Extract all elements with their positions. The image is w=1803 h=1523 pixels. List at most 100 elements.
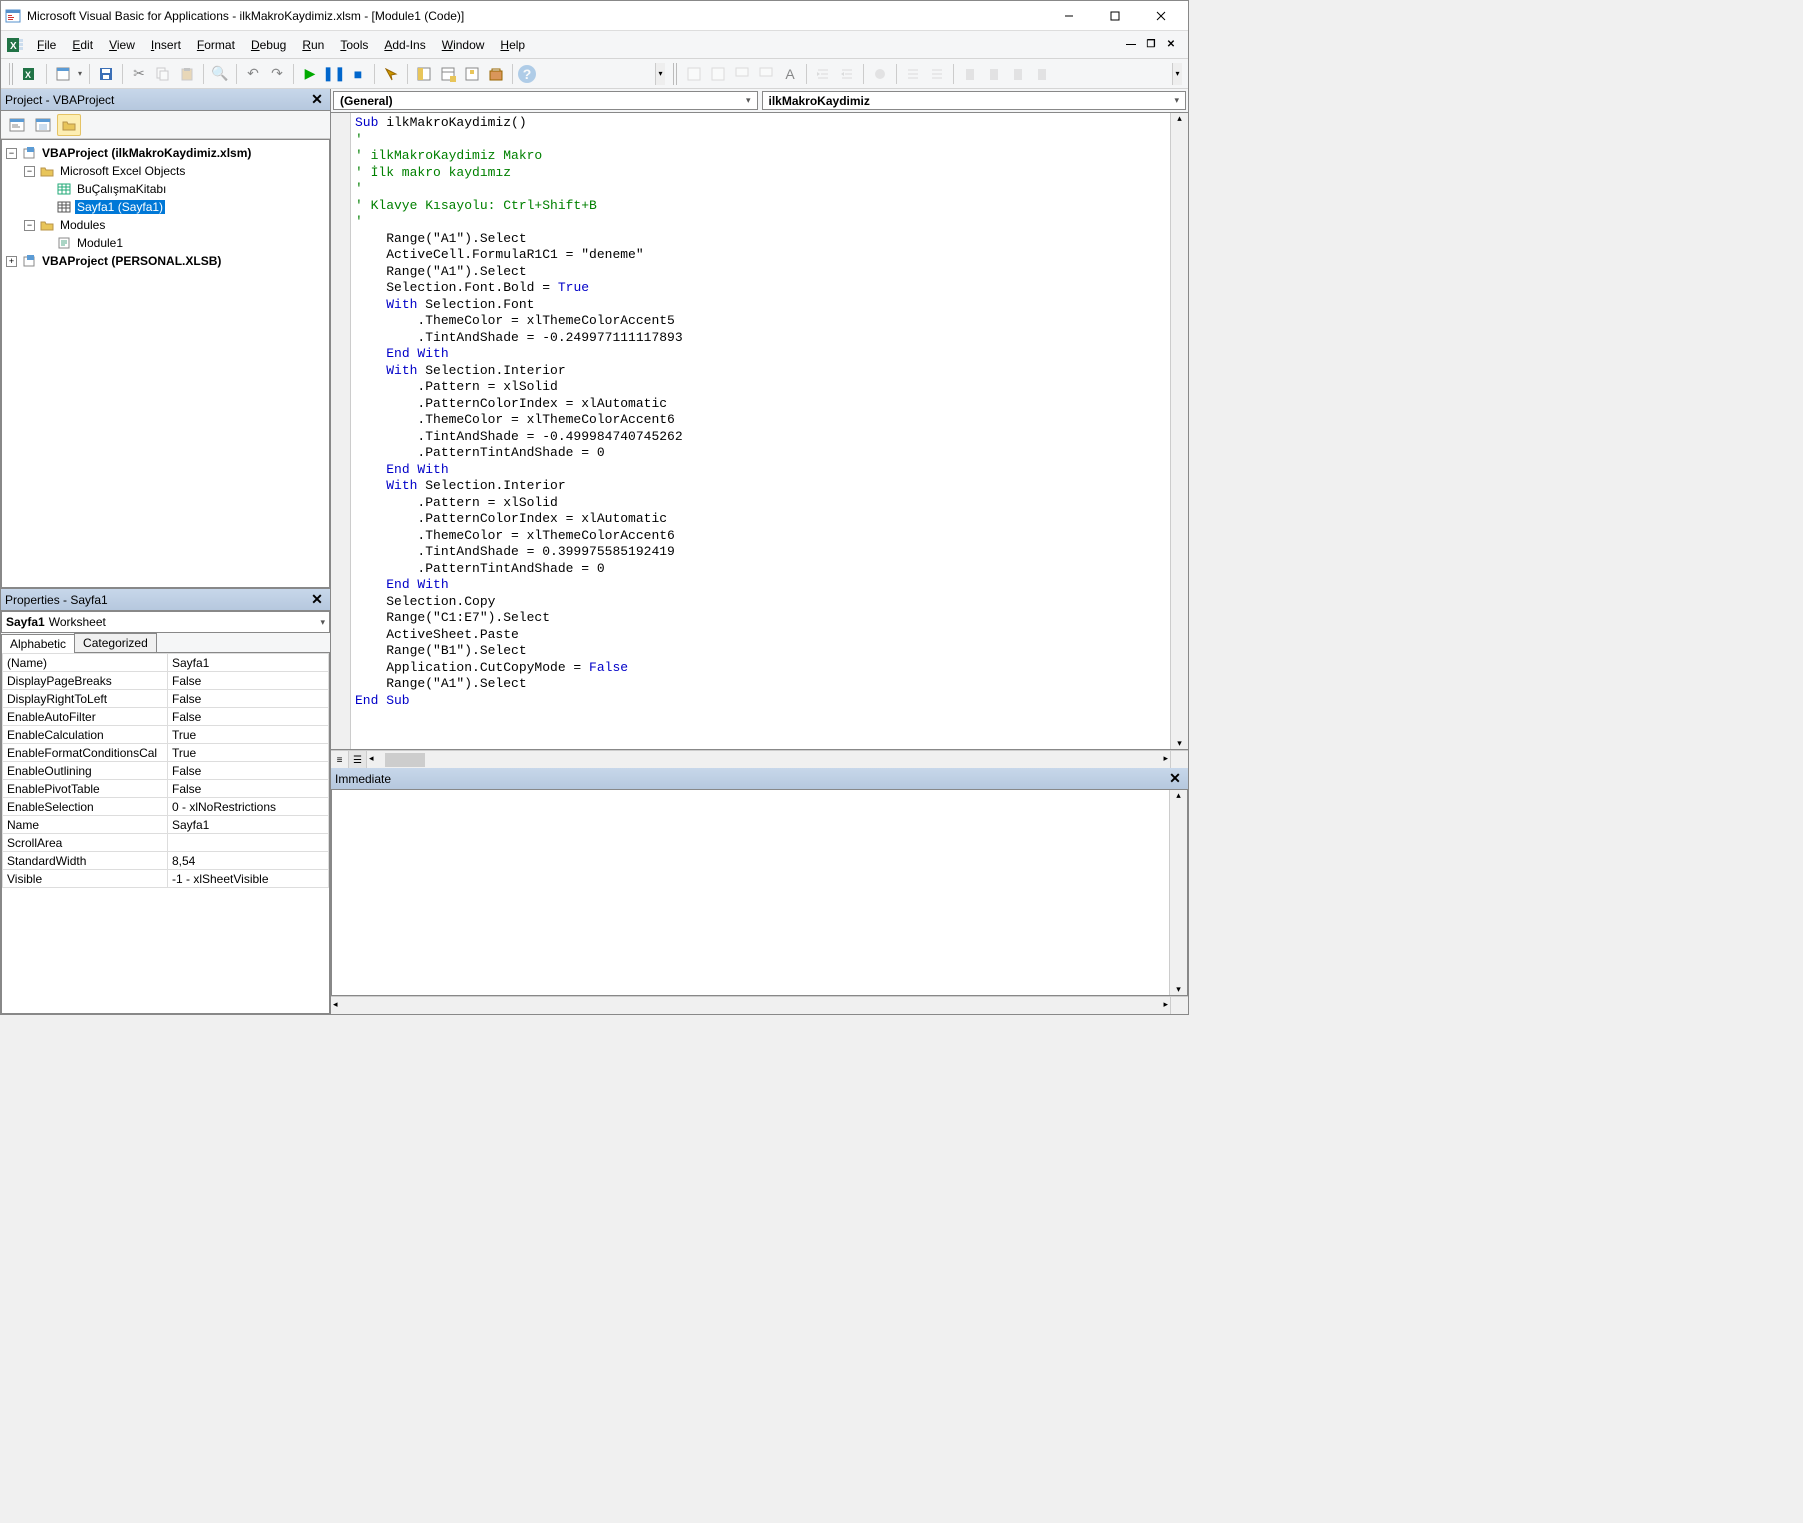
procedure-view-button[interactable]: ≡: [331, 751, 349, 769]
outdent-button: [836, 63, 858, 85]
code-text[interactable]: Sub ilkMakroKaydimiz() ' ' ilkMakroKaydi…: [351, 113, 1170, 749]
menu-tools[interactable]: Tools: [332, 34, 376, 56]
property-row[interactable]: EnablePivotTableFalse: [3, 780, 329, 798]
property-row[interactable]: NameSayfa1: [3, 816, 329, 834]
project-panel-title: Project - VBAProject: [5, 93, 308, 107]
run-button[interactable]: ▶: [299, 63, 321, 85]
tree-item-module1[interactable]: Module1: [4, 234, 327, 252]
menu-add-ins[interactable]: Add-Ins: [376, 34, 433, 56]
menu-help[interactable]: Help: [492, 34, 533, 56]
property-row[interactable]: EnableOutliningFalse: [3, 762, 329, 780]
chevron-down-icon: ▾: [320, 617, 325, 628]
find-button: 🔍: [209, 63, 231, 85]
undo-button: ↶: [242, 63, 264, 85]
insert-dropdown[interactable]: ▾: [76, 69, 84, 78]
uncomment-block-button: [926, 63, 948, 85]
svg-text:X: X: [25, 70, 31, 80]
property-row[interactable]: EnableCalculationTrue: [3, 726, 329, 744]
immediate-panel: Immediate ✕: [331, 768, 1188, 1014]
cut-button: ✂: [128, 63, 150, 85]
properties-panel-close-button[interactable]: ✕: [308, 591, 326, 609]
property-row[interactable]: Visible-1 - xlSheetVisible: [3, 870, 329, 888]
view-object-button[interactable]: [31, 114, 55, 136]
immediate-panel-close-button[interactable]: ✕: [1166, 770, 1184, 788]
immediate-input[interactable]: [332, 790, 1169, 995]
reset-button[interactable]: ■: [347, 63, 369, 85]
parameter-info-button: [755, 63, 777, 85]
property-row[interactable]: EnableAutoFilterFalse: [3, 708, 329, 726]
tree-folder-modules[interactable]: − Modules: [4, 216, 327, 234]
module-icon: [56, 235, 72, 251]
close-button[interactable]: [1138, 1, 1184, 31]
toggle-folders-button[interactable]: [57, 114, 81, 136]
comment-block-button: [902, 63, 924, 85]
next-bookmark-button: [983, 63, 1005, 85]
design-mode-button[interactable]: [380, 63, 402, 85]
mdi-close-button[interactable]: ✕: [1162, 37, 1180, 53]
copy-button: [152, 63, 174, 85]
svg-text:X: X: [10, 41, 17, 52]
menu-window[interactable]: Window: [434, 34, 493, 56]
toolbox-button[interactable]: [485, 63, 507, 85]
menu-view[interactable]: View: [101, 34, 143, 56]
folder-icon: [39, 217, 55, 233]
menu-file[interactable]: File: [29, 34, 64, 56]
object-dropdown[interactable]: (General) ▾: [333, 91, 758, 110]
chevron-down-icon: ▾: [1174, 95, 1179, 106]
save-button[interactable]: [95, 63, 117, 85]
tree-folder-excel-objects[interactable]: − Microsoft Excel Objects: [4, 162, 327, 180]
property-row[interactable]: (Name)Sayfa1: [3, 654, 329, 672]
project-icon: [21, 145, 37, 161]
indent-button: [812, 63, 834, 85]
break-button[interactable]: ❚❚: [323, 63, 345, 85]
project-tree[interactable]: − VBAProject (ilkMakroKaydimiz.xlsm) − M…: [1, 139, 330, 588]
project-explorer-button[interactable]: [413, 63, 435, 85]
menu-insert[interactable]: Insert: [143, 34, 189, 56]
view-excel-button[interactable]: X: [19, 63, 41, 85]
insert-button[interactable]: [52, 63, 74, 85]
minimize-button[interactable]: [1046, 1, 1092, 31]
mdi-minimize-button[interactable]: —: [1122, 37, 1140, 53]
project-panel-close-button[interactable]: ✕: [308, 91, 326, 109]
horizontal-scrollbar[interactable]: [331, 997, 1170, 1014]
tab-alphabetic[interactable]: Alphabetic: [1, 634, 75, 653]
view-code-button[interactable]: [5, 114, 29, 136]
tree-item-workbook[interactable]: BuÇalışmaKitabı: [4, 180, 327, 198]
menu-debug[interactable]: Debug: [243, 34, 294, 56]
procedure-dropdown[interactable]: ilkMakroKaydimiz ▾: [762, 91, 1187, 110]
full-module-view-button[interactable]: ☰: [349, 751, 367, 769]
tree-project-root[interactable]: − VBAProject (ilkMakroKaydimiz.xlsm): [4, 144, 327, 162]
menu-edit[interactable]: Edit: [64, 34, 101, 56]
property-row[interactable]: EnableSelection0 - xlNoRestrictions: [3, 798, 329, 816]
worksheet-icon: [56, 199, 72, 215]
tree-project-personal[interactable]: + VBAProject (PERSONAL.XLSB): [4, 252, 327, 270]
property-row[interactable]: StandardWidth8,54: [3, 852, 329, 870]
list-constants-button: [707, 63, 729, 85]
maximize-button[interactable]: [1092, 1, 1138, 31]
property-row[interactable]: DisplayRightToLeftFalse: [3, 690, 329, 708]
toolbar-overflow[interactable]: ▾: [655, 63, 665, 85]
object-browser-button[interactable]: [461, 63, 483, 85]
complete-word-button: A: [779, 63, 801, 85]
excel-icon[interactable]: X: [5, 35, 25, 55]
menu-format[interactable]: Format: [189, 34, 243, 56]
vertical-scrollbar[interactable]: [1169, 790, 1187, 995]
tree-item-sheet1[interactable]: Sayfa1 (Sayfa1): [4, 198, 327, 216]
toolbar-overflow-2[interactable]: ▾: [1172, 63, 1182, 85]
property-row[interactable]: EnableFormatConditionsCalTrue: [3, 744, 329, 762]
breakpoint-button: [869, 63, 891, 85]
code-editor[interactable]: Sub ilkMakroKaydimiz() ' ' ilkMakroKaydi…: [331, 113, 1188, 750]
toolbar-handle[interactable]: [9, 63, 13, 85]
properties-panel: Properties - Sayfa1 ✕ Sayfa1 Worksheet ▾…: [1, 589, 330, 1014]
horizontal-scrollbar[interactable]: [367, 751, 1170, 768]
property-row[interactable]: DisplayPageBreaksFalse: [3, 672, 329, 690]
property-row[interactable]: ScrollArea: [3, 834, 329, 852]
mdi-restore-button[interactable]: ❐: [1142, 37, 1160, 53]
tab-categorized[interactable]: Categorized: [74, 633, 157, 652]
properties-object-selector[interactable]: Sayfa1 Worksheet ▾: [1, 611, 330, 633]
vertical-scrollbar[interactable]: [1170, 113, 1188, 749]
toolbar-handle-2[interactable]: [673, 63, 677, 85]
menu-run[interactable]: Run: [294, 34, 332, 56]
properties-grid[interactable]: (Name)Sayfa1DisplayPageBreaksFalseDispla…: [1, 653, 330, 1014]
properties-button[interactable]: [437, 63, 459, 85]
